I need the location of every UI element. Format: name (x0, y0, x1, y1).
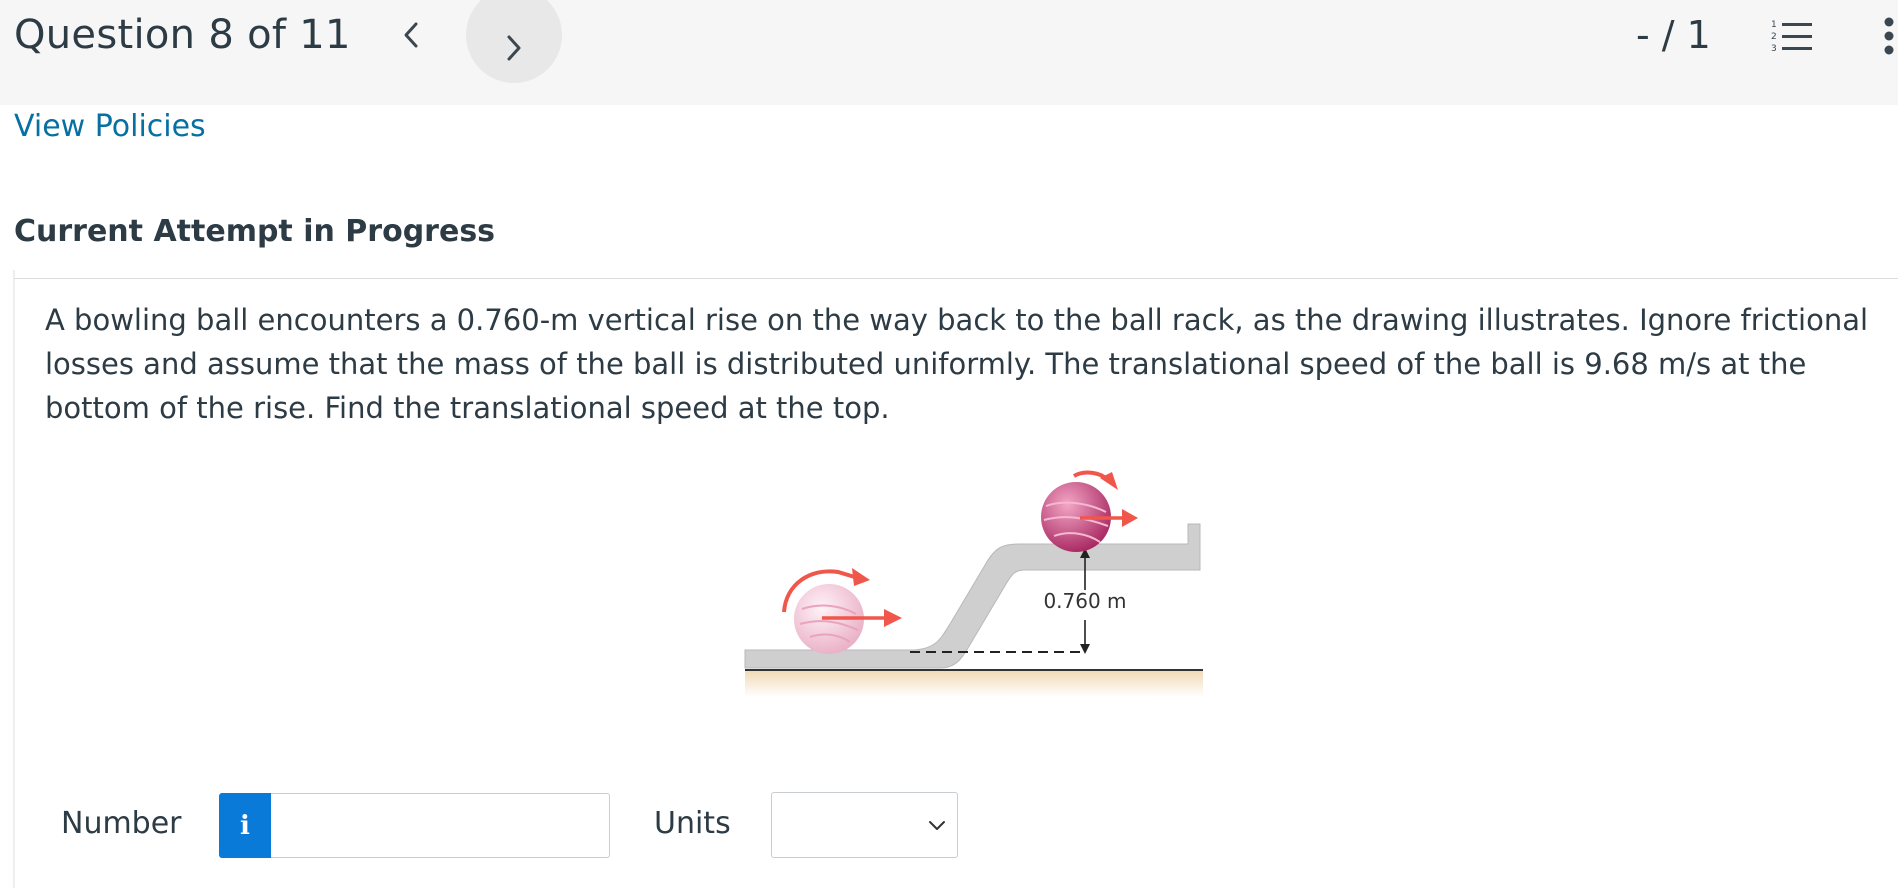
bowling-ball-rise-figure: 0.760 m (744, 470, 1203, 697)
units-label: Units (654, 806, 731, 841)
info-button[interactable]: i (219, 793, 271, 858)
info-icon: i (240, 810, 250, 841)
attempt-heading: Current Attempt in Progress (14, 214, 496, 249)
number-label: Number (61, 806, 182, 841)
vertical-ellipsis-icon (1884, 17, 1894, 55)
height-label: 0.760 m (1043, 589, 1126, 613)
height-arrow-down (1080, 644, 1090, 654)
units-select[interactable] (771, 792, 958, 858)
more-options-button[interactable] (1880, 16, 1898, 56)
question-list-button[interactable]: 1 2 3 (1770, 18, 1814, 54)
list-icon-digit-3: 3 (1771, 44, 1777, 54)
chevron-right-icon (507, 35, 521, 61)
question-text: A bowling ball encounters a 0.760-m vert… (45, 303, 1869, 425)
chevron-down-icon (929, 821, 945, 830)
previous-question-button[interactable] (396, 13, 426, 57)
next-question-button[interactable] (466, 0, 562, 83)
question-score: - / 1 (1636, 13, 1711, 57)
chevron-left-icon (404, 22, 418, 48)
list-icon-digit-2: 2 (1771, 32, 1777, 42)
floor (745, 669, 1203, 697)
list-icon-digit-1: 1 (1771, 20, 1777, 30)
numbered-list-icon: 1 2 3 (1771, 20, 1812, 54)
question-title: Question 8 of 11 (14, 12, 351, 58)
content-left-border (13, 270, 15, 888)
view-policies-link[interactable]: View Policies (14, 109, 206, 144)
question-header-bar: Question 8 of 11 - / 1 1 2 3 (0, 0, 1898, 105)
number-input[interactable] (271, 793, 610, 858)
section-divider (14, 278, 1898, 279)
